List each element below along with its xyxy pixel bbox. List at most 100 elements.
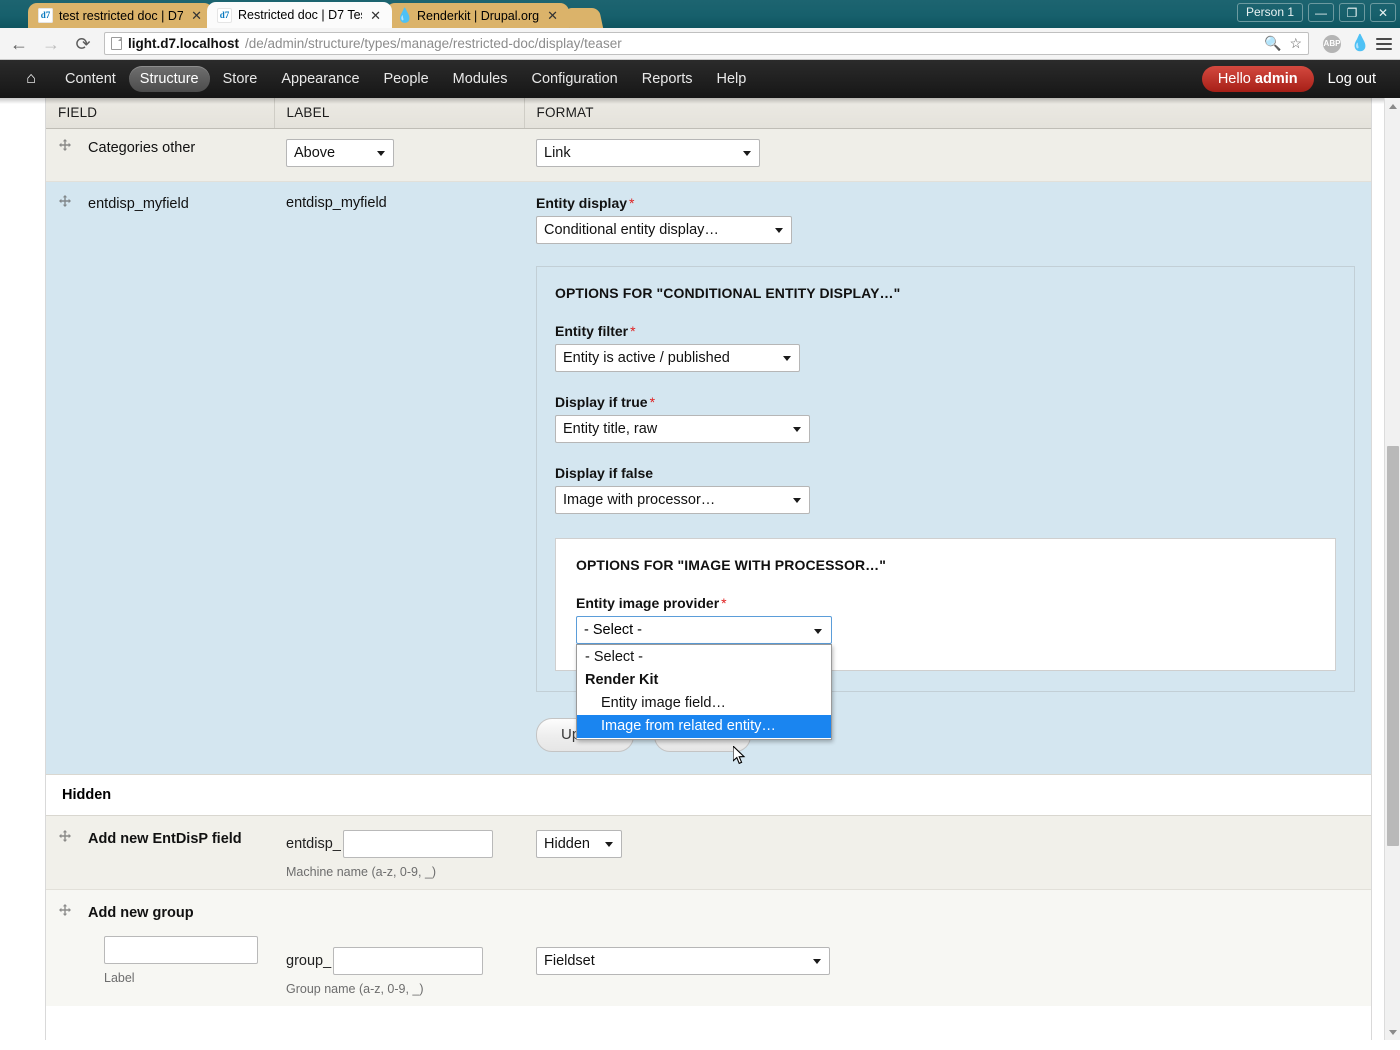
entity-image-provider-label-text: Entity image provider (576, 595, 720, 611)
tab-title: Renderkit | Drupal.org (417, 8, 540, 23)
scrollbar-thumb[interactable] (1387, 446, 1399, 846)
menu-item-people[interactable]: People (373, 66, 440, 92)
display-if-false-select[interactable]: Image with processor… (555, 486, 810, 514)
format-cell: Entity display * Conditional entity displ… (524, 181, 1371, 775)
field-name: Categories other (88, 140, 196, 156)
menu-item-structure[interactable]: Structure (128, 66, 210, 92)
close-window-button[interactable]: ✕ (1370, 3, 1396, 22)
column-header-label: LABEL (274, 98, 525, 129)
menu-item-content[interactable]: Content (54, 66, 127, 92)
menu-item-help[interactable]: Help (706, 66, 758, 92)
menu-item-reports[interactable]: Reports (631, 66, 704, 92)
star-icon[interactable]: ☆ (1289, 35, 1302, 52)
entity-display-group: Entity display * Conditional entity displ… (536, 195, 1355, 248)
field-cell: Categories other (46, 128, 274, 182)
image-with-processor-options: OPTIONS FOR "IMAGE WITH PROCESSOR…" Enti… (555, 538, 1336, 740)
zoom-icon[interactable]: 🔍 (1264, 35, 1281, 52)
scroll-up-icon[interactable] (1385, 98, 1400, 114)
dropdown-option-image-from-related-entity[interactable]: Image from related entity… (577, 715, 831, 738)
label-cell: entdisp_myfield (274, 181, 524, 775)
entity-display-label: Entity display * (536, 195, 1355, 211)
menu-item-appearance[interactable]: Appearance (270, 66, 370, 92)
drag-handle-icon[interactable] (58, 830, 74, 846)
back-icon[interactable]: ← (8, 35, 30, 53)
drag-handle-icon[interactable] (58, 139, 74, 155)
abp-icon[interactable]: ABP (1323, 34, 1341, 53)
group-label-description: Label (104, 971, 135, 985)
url-host: light.d7.localhost (128, 36, 240, 51)
browser-tab-1[interactable]: d7 test restricted doc | D7 T ✕ (28, 3, 213, 28)
table-header-row: FIELD LABEL FORMAT (46, 98, 1371, 129)
browser-navbar: ← → ⟳ light.d7.localhost/de/admin/struct… (0, 28, 1400, 60)
address-bar[interactable]: light.d7.localhost/de/admin/structure/ty… (104, 32, 1309, 55)
entity-filter-select-wrap: Entity is active / published (555, 344, 800, 376)
scroll-down-icon[interactable] (1385, 1024, 1400, 1040)
drupal-icon[interactable]: 💧 (1350, 35, 1370, 53)
dropdown-option-entity-image-field[interactable]: Entity image field… (577, 692, 831, 715)
entity-image-provider-dropdown[interactable]: - Select - Render Kit Entity image field… (576, 644, 832, 740)
entity-filter-select[interactable]: Entity is active / published (555, 344, 800, 372)
menu-item-modules[interactable]: Modules (442, 66, 519, 92)
group-format-select[interactable]: Fieldset (536, 947, 830, 975)
home-icon[interactable]: ⌂ (18, 70, 44, 88)
group-name-input[interactable] (333, 947, 484, 975)
logout-link[interactable]: Log out (1328, 71, 1376, 87)
label-cell: group_ Group name (a-z, 0-9, _) (274, 889, 524, 1006)
close-icon[interactable]: ✕ (368, 9, 383, 22)
new-tab-button[interactable] (564, 8, 604, 28)
username: admin (1254, 71, 1298, 87)
browser-titlebar: d7 test restricted doc | D7 T ✕ d7 Restr… (0, 0, 1400, 28)
display-if-true-select[interactable]: Entity title, raw (555, 415, 810, 443)
column-header-format: FORMAT (524, 98, 1371, 129)
entity-image-provider-group: Entity image provider * - Select - - Sele… (576, 595, 1317, 740)
conditional-entity-display-options: OPTIONS FOR "CONDITIONAL ENTITY DISPLAY…… (536, 266, 1355, 740)
entity-display-select[interactable]: Conditional entity display… (536, 216, 792, 244)
field-label-text: entdisp_myfield (286, 195, 387, 211)
group-name-description: Group name (a-z, 0-9, _) (286, 982, 424, 996)
display-if-true-select-wrap: Entity title, raw (555, 415, 810, 447)
profile-button[interactable]: Person 1 (1236, 3, 1303, 22)
page-viewport: FIELD LABEL FORMAT Categories other Abov… (0, 98, 1400, 1040)
browser-tab-2[interactable]: d7 Restricted doc | D7 Test ✕ (207, 2, 392, 28)
window-controls: Person 1 — ❐ ✕ (1236, 3, 1396, 22)
field-cell: entdisp_myfield (46, 181, 274, 775)
machine-name-description: Machine name (a-z, 0-9, _) (286, 865, 437, 879)
entity-display-select-wrap: Conditional entity display… (536, 216, 792, 248)
display-if-false-select-wrap: Image with processor… (555, 486, 810, 518)
drupal-favicon-icon: d7 (38, 8, 53, 23)
machine-name-prefix: entdisp_ (286, 836, 341, 852)
entity-filter-label-text: Entity filter (555, 323, 629, 339)
close-icon[interactable]: ✕ (545, 9, 560, 22)
menu-item-store[interactable]: Store (212, 66, 269, 92)
label-cell: entdisp_ Machine name (a-z, 0-9, _) (274, 815, 524, 890)
restore-button[interactable]: ❐ (1339, 3, 1365, 22)
admin-toolbar-right: Hello admin Log out (1201, 66, 1400, 92)
dropdown-option-select[interactable]: - Select - (577, 646, 831, 669)
forward-icon[interactable]: → (40, 35, 62, 53)
minimize-button[interactable]: — (1308, 3, 1334, 22)
options-image-title: OPTIONS FOR "IMAGE WITH PROCESSOR…" (576, 557, 887, 573)
entity-image-provider-select[interactable]: - Select - (576, 616, 832, 644)
display-if-false-label: Display if false (555, 465, 654, 481)
close-icon[interactable]: ✕ (189, 9, 204, 22)
add-field-format-select[interactable]: Hidden (536, 830, 622, 858)
format-cell: Link (524, 128, 1371, 182)
entity-image-provider-select-open[interactable]: - Select - - Select - Render Kit Entity … (576, 616, 832, 740)
page-info-icon[interactable] (111, 37, 122, 50)
user-greeting[interactable]: Hello admin (1201, 66, 1314, 92)
field-name: Add new EntDisP field (88, 831, 242, 847)
label-position-select[interactable]: Above (286, 139, 394, 167)
menu-item-configuration[interactable]: Configuration (520, 66, 628, 92)
tab-title: Restricted doc | D7 Test (238, 8, 363, 22)
table-section-header: Hidden (46, 774, 1371, 816)
page-content: FIELD LABEL FORMAT Categories other Abov… (45, 98, 1372, 1040)
format-select[interactable]: Link (536, 139, 760, 167)
machine-name-input[interactable] (342, 830, 493, 858)
vertical-scrollbar[interactable] (1384, 98, 1400, 1040)
browser-tab-3[interactable]: 💧 Renderkit | Drupal.org ✕ (386, 3, 569, 28)
group-label-input[interactable] (104, 936, 258, 964)
reload-icon[interactable]: ⟳ (72, 35, 94, 53)
drag-handle-icon[interactable] (58, 195, 74, 211)
menu-icon[interactable] (1376, 37, 1392, 50)
drag-handle-icon[interactable] (58, 904, 74, 920)
